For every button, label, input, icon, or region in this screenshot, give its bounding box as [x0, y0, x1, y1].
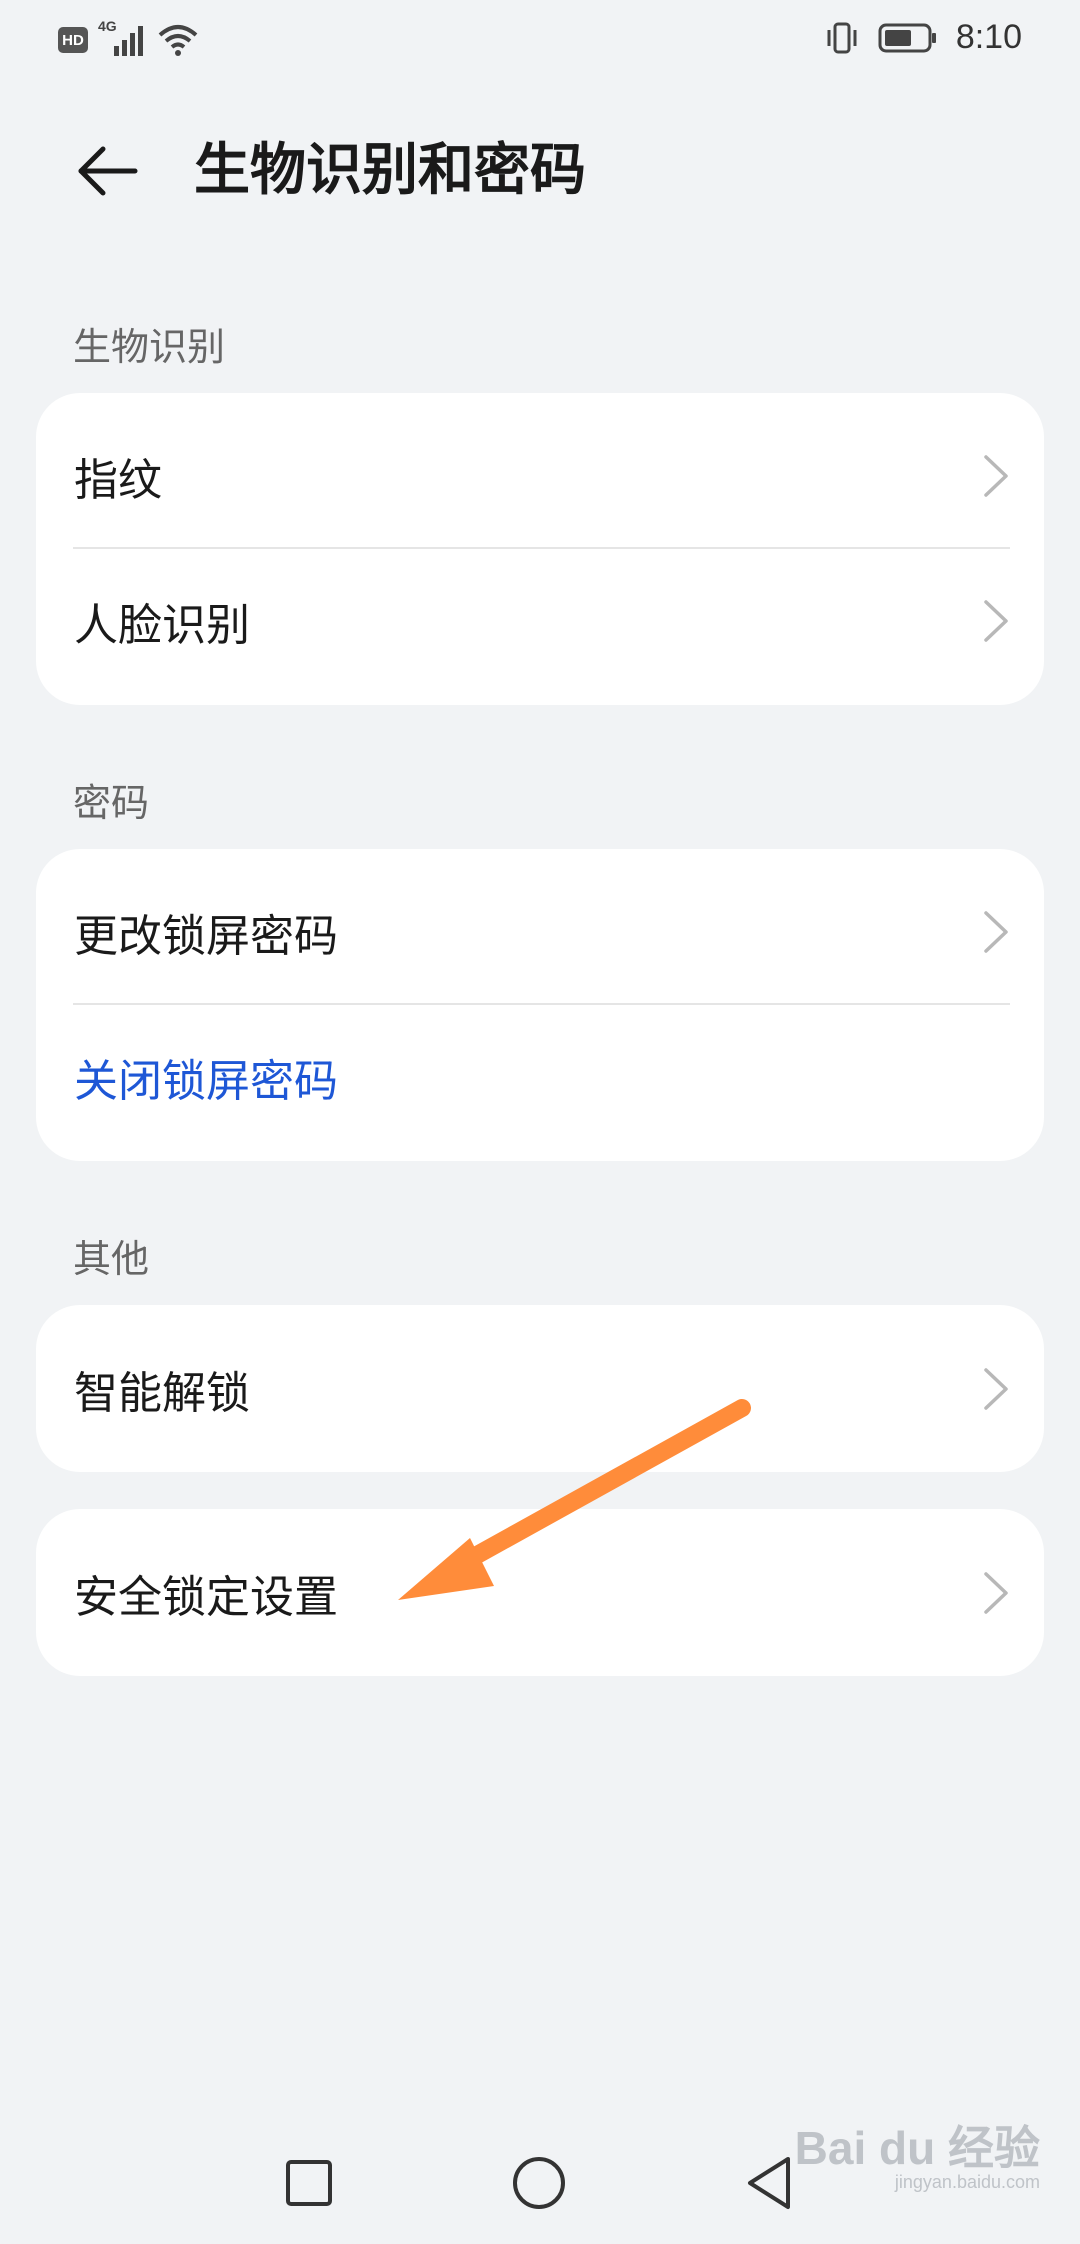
vibrate-icon	[824, 20, 860, 56]
row-label: 关闭锁屏密码	[74, 1055, 338, 1107]
watermark-sub: jingyan.baidu.com	[894, 2172, 1040, 2192]
arrow-left-icon	[78, 146, 138, 196]
row-face-recognition[interactable]: 人脸识别	[36, 548, 1044, 693]
signal-icon: 4G	[98, 18, 148, 58]
chevron-right-icon	[984, 454, 1008, 497]
recents-button[interactable]	[264, 2138, 354, 2228]
row-label: 更改锁屏密码	[74, 910, 338, 962]
battery-icon	[878, 21, 938, 55]
status-right: 8:10	[824, 18, 1022, 57]
row-fingerprint[interactable]: 指纹	[36, 403, 1044, 548]
clock: 8:10	[955, 18, 1022, 56]
section-label-password: 密码	[73, 781, 150, 825]
row-change-lock-password[interactable]: 更改锁屏密码	[36, 859, 1044, 1004]
page-title: 生物识别和密码	[194, 138, 586, 203]
circle-icon	[513, 2157, 565, 2209]
status-bar: HD 4G 8:10	[0, 0, 1080, 80]
back-button[interactable]	[70, 134, 144, 208]
square-icon	[286, 2160, 332, 2206]
chevron-right-icon	[984, 1367, 1008, 1410]
section-label-other: 其他	[73, 1237, 150, 1281]
card-smart-unlock: 智能解锁	[36, 1305, 1044, 1472]
section-label-biometrics: 生物识别	[73, 325, 226, 369]
app-bar: 生物识别和密码	[0, 120, 1080, 220]
row-label: 人脸识别	[74, 599, 250, 651]
row-label: 智能解锁	[74, 1367, 250, 1419]
row-label: 指纹	[74, 454, 162, 506]
row-smart-unlock[interactable]: 智能解锁	[36, 1316, 1044, 1461]
home-button[interactable]	[494, 2138, 584, 2228]
status-left: HD 4G	[58, 18, 198, 58]
row-disable-lock-password[interactable]: 关闭锁屏密码	[36, 1004, 1044, 1149]
card-security-lock: 安全锁定设置	[36, 1509, 1044, 1676]
watermark: Bai du 经验 jingyan.baidu.com	[795, 2112, 1040, 2193]
chevron-right-icon	[984, 910, 1008, 953]
triangle-back-icon	[748, 2157, 790, 2209]
watermark-main: Bai du 经验	[794, 2122, 1040, 2174]
wifi-icon	[158, 23, 198, 57]
row-security-lock-settings[interactable]: 安全锁定设置	[36, 1520, 1044, 1665]
card-password: 更改锁屏密码 关闭锁屏密码	[36, 849, 1044, 1161]
card-biometrics: 指纹 人脸识别	[36, 393, 1044, 705]
chevron-right-icon	[984, 599, 1008, 642]
hd-badge: HD	[58, 27, 88, 53]
row-label: 安全锁定设置	[74, 1571, 338, 1623]
chevron-right-icon	[984, 1571, 1008, 1614]
